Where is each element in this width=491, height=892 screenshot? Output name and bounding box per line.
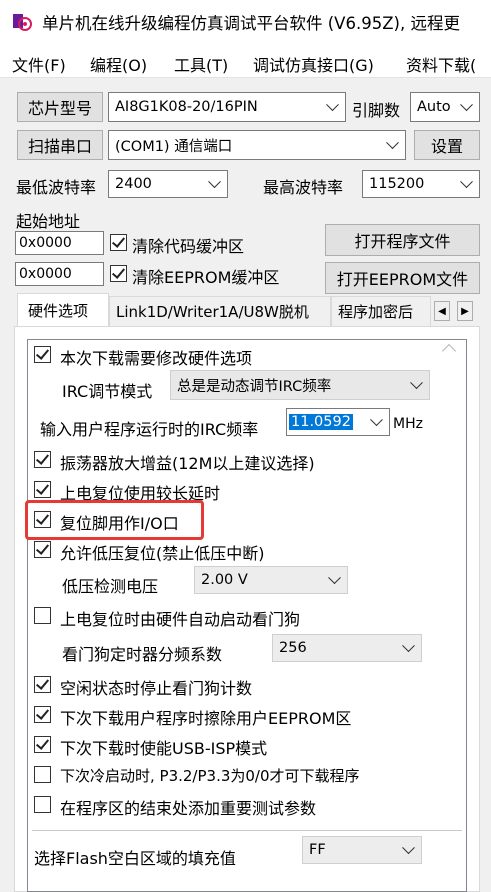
max-baud-label: 最高波特率 [263, 178, 344, 197]
pins-select[interactable]: Auto [410, 92, 480, 122]
chevron-down-icon [460, 175, 473, 189]
start-address-label: 起始地址 [16, 212, 81, 231]
menu-downloads[interactable]: 资料下载( [406, 52, 476, 76]
chevron-down-icon [402, 639, 415, 653]
osc-gain-label: 振荡器放大增益(12M以上建议选择) [60, 454, 315, 473]
clear-code-checkbox[interactable] [110, 234, 127, 251]
triangle-left-icon: ◀ [438, 305, 446, 317]
chevron-down-icon [460, 98, 473, 112]
chevron-down-icon [410, 376, 423, 390]
tab-encryption[interactable]: 程序加密后 [331, 296, 431, 326]
test-params-label: 在程序区的结束处添加重要测试参数 [60, 799, 317, 818]
chevron-down-icon [326, 98, 339, 112]
highlight-box [25, 500, 204, 540]
chevron-down-icon [402, 841, 415, 855]
erase-eeprom-label: 下次下载用户程序时擦除用户EEPROM区 [60, 709, 352, 728]
chevron-down-icon [370, 413, 383, 427]
irc-mode-label: IRC调节模式 [62, 382, 153, 401]
wdt-div-select[interactable]: 256 [272, 634, 422, 662]
irc-freq-unit: MHz [393, 416, 423, 432]
modify-hw-checkbox[interactable] [34, 346, 51, 363]
lvd-value: 2.00 V [201, 572, 248, 588]
min-baud-select[interactable]: 2400 [108, 170, 228, 198]
flash-fill-select[interactable]: FF [302, 836, 422, 864]
window-title: 单片机在线升级编程仿真调试平台软件 (V6.95Z), 远程更 [42, 14, 460, 33]
app-icon [13, 14, 32, 31]
chevron-down-icon [386, 136, 399, 150]
code-address-input[interactable]: 0x0000 [15, 231, 104, 255]
max-baud-value: 115200 [369, 176, 425, 192]
tab-scroll-left-button[interactable]: ◀ [434, 301, 450, 321]
flash-fill-value: FF [309, 842, 326, 858]
max-baud-select[interactable]: 115200 [362, 170, 480, 198]
lvd-label: 低压检测电压 [62, 577, 159, 596]
tab-hardware-options[interactable]: 硬件选项 [17, 293, 109, 327]
irc-mode-value: 总是是动态调节IRC频率 [177, 378, 332, 395]
osc-gain-checkbox[interactable] [34, 451, 51, 468]
chip-model-value: AI8G1K08-20/16PIN [115, 99, 258, 115]
open-eeprom-button[interactable]: 打开EEPROM文件 [325, 262, 480, 294]
clear-eeprom-label: 清除EEPROM缓冲区 [132, 268, 280, 287]
test-params-checkbox[interactable] [34, 796, 51, 813]
clear-eeprom-checkbox[interactable] [110, 265, 127, 282]
tab-scroll-right-button[interactable]: ▶ [457, 301, 473, 321]
pins-value: Auto [417, 99, 451, 115]
open-program-button[interactable]: 打开程序文件 [325, 224, 480, 256]
chevron-down-icon [208, 175, 221, 189]
divider [32, 830, 462, 831]
menu-file[interactable]: 文件(F) [12, 52, 66, 76]
port-value: (COM1) 通信端口 [115, 138, 233, 155]
tab-offline-programmer[interactable]: Link1D/Writer1A/U8W脱机 [109, 296, 331, 326]
chevron-down-icon [328, 571, 341, 585]
modify-hw-label: 本次下载需要修改硬件选项 [60, 349, 253, 368]
chip-model-button[interactable]: 芯片型号 [17, 92, 103, 122]
idle-wdt-label: 空闲状态时停止看门狗计数 [60, 679, 253, 698]
wdt-div-value: 256 [279, 640, 307, 656]
menu-tools[interactable]: 工具(T) [174, 52, 228, 76]
lvd-select[interactable]: 2.00 V [194, 566, 348, 594]
watchdog-label: 上电复位时由硬件自动启动看门狗 [60, 610, 301, 629]
irc-freq-select[interactable]: 11.0592 [286, 408, 390, 436]
idle-wdt-checkbox[interactable] [34, 676, 51, 693]
menu-program[interactable]: 编程(O) [90, 52, 147, 76]
lvr-label: 允许低压复位(禁止低压中断) [60, 544, 265, 563]
flash-fill-label: 选择Flash空白区域的填充值 [34, 849, 236, 868]
long-delay-checkbox[interactable] [34, 481, 51, 498]
lvr-checkbox[interactable] [34, 541, 51, 558]
settings-button[interactable]: 设置 [414, 130, 480, 160]
chip-model-select[interactable]: AI8G1K08-20/16PIN [108, 92, 346, 122]
clear-code-label: 清除代码缓冲区 [132, 237, 245, 256]
min-baud-value: 2400 [115, 176, 152, 192]
watchdog-checkbox[interactable] [34, 607, 51, 624]
scan-port-button[interactable]: 扫描串口 [17, 130, 103, 160]
eeprom-address-input[interactable]: 0x0000 [15, 262, 104, 286]
cold-boot-checkbox[interactable] [34, 766, 51, 783]
irc-mode-select[interactable]: 总是是动态调节IRC频率 [170, 370, 430, 400]
triangle-right-icon: ▶ [461, 305, 469, 317]
erase-eeprom-checkbox[interactable] [34, 706, 51, 723]
pins-label: 引脚数 [352, 101, 401, 120]
cold-boot-label: 下次冷启动时, P3.2/P3.3为0/0才可下载程序 [60, 767, 360, 785]
port-select[interactable]: (COM1) 通信端口 [108, 130, 406, 160]
wdt-div-label: 看门狗定时器分频系数 [62, 645, 223, 664]
min-baud-label: 最低波特率 [16, 178, 97, 197]
irc-freq-label: 输入用户程序运行时的IRC频率 [40, 420, 259, 439]
usb-isp-checkbox[interactable] [34, 736, 51, 753]
menu-debug[interactable]: 调试仿真接口(G) [253, 52, 374, 76]
irc-freq-value: 11.0592 [289, 414, 353, 430]
usb-isp-label: 下次下载时使能USB-ISP模式 [60, 739, 268, 758]
